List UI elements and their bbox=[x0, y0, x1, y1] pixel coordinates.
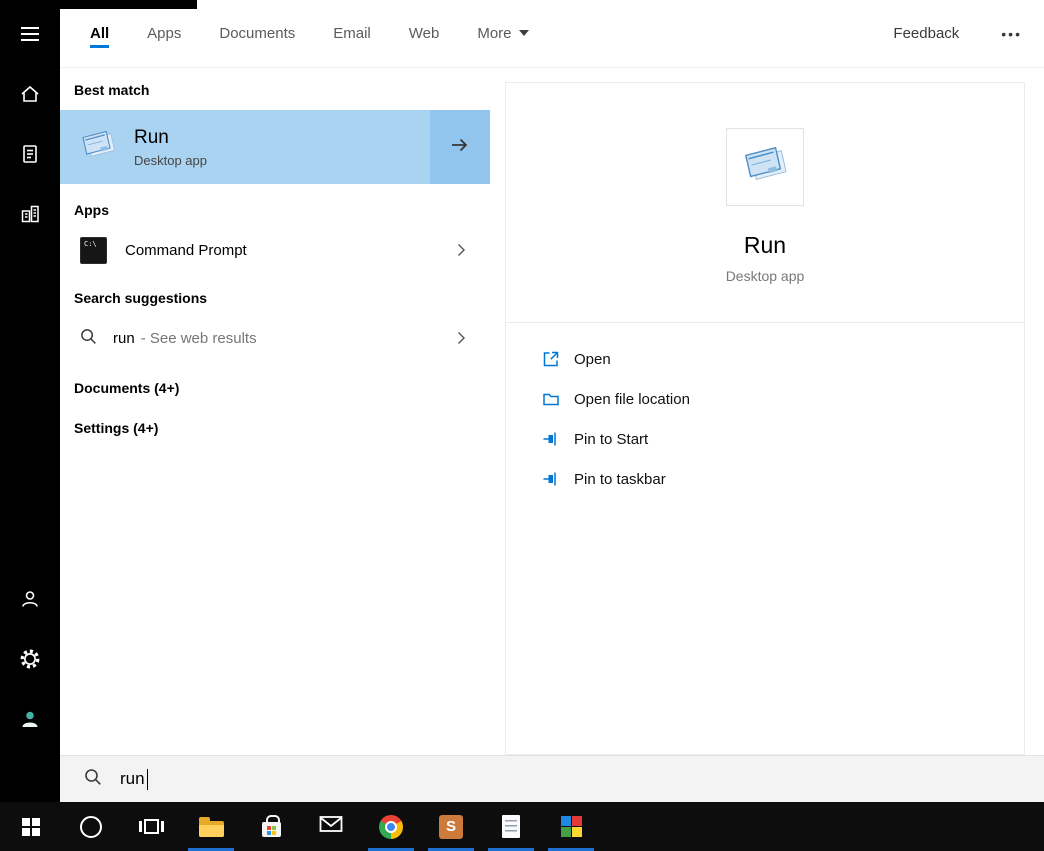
task-view-button[interactable] bbox=[121, 802, 181, 851]
taskbar-sublime-text[interactable]: S bbox=[421, 802, 481, 851]
file-explorer-icon bbox=[198, 816, 224, 837]
overflow-menu-button[interactable]: ••• bbox=[1001, 26, 1022, 42]
search-sidebar bbox=[0, 0, 60, 802]
taskbar-colorful-app[interactable] bbox=[541, 802, 601, 851]
search-icon bbox=[80, 328, 97, 349]
sublime-text-icon: S bbox=[439, 814, 463, 839]
cortana-icon bbox=[80, 815, 102, 838]
preview-actions: Open Open file location Pin to Start Pin… bbox=[506, 323, 1024, 499]
action-open[interactable]: Open bbox=[542, 339, 1024, 379]
notebook-button[interactable] bbox=[0, 126, 60, 186]
action-label: Open file location bbox=[574, 390, 690, 408]
tab-documents[interactable]: Documents bbox=[219, 20, 295, 48]
account-avatar-icon bbox=[19, 708, 41, 735]
sidebar-top-group bbox=[0, 66, 60, 246]
chevron-right-icon[interactable] bbox=[457, 331, 466, 345]
best-match-subtitle: Desktop app bbox=[134, 152, 207, 168]
action-pin-to-start[interactable]: Pin to Start bbox=[542, 419, 1024, 459]
taskbar-store[interactable] bbox=[241, 802, 301, 851]
taskbar-notepad[interactable] bbox=[481, 802, 541, 851]
best-match-main[interactable]: Run Desktop app bbox=[60, 110, 430, 184]
search-window: All Apps Documents Email Web More Feedba… bbox=[60, 0, 1044, 802]
store-icon bbox=[261, 815, 281, 837]
command-prompt-icon: C:\ bbox=[80, 236, 107, 264]
preview-title: Run bbox=[743, 232, 787, 258]
search-input[interactable]: run bbox=[60, 755, 1044, 802]
search-suggestion-run[interactable]: run - See web results bbox=[60, 316, 490, 360]
settings-button[interactable] bbox=[0, 631, 60, 691]
mail-icon bbox=[319, 815, 343, 838]
hamburger-icon bbox=[21, 27, 39, 41]
preview-panel: Run Desktop app Open Open file location … bbox=[505, 82, 1025, 755]
start-search-screen: All Apps Documents Email Web More Feedba… bbox=[0, 0, 1044, 851]
menu-button[interactable] bbox=[0, 10, 60, 58]
action-pin-to-taskbar[interactable]: Pin to taskbar bbox=[542, 459, 1024, 499]
taskbar-file-explorer[interactable] bbox=[181, 802, 241, 851]
preview-icon-frame bbox=[726, 128, 804, 206]
text-caret bbox=[146, 768, 148, 790]
folder-icon bbox=[542, 390, 560, 408]
tab-all[interactable]: All bbox=[90, 20, 110, 48]
group-settings[interactable]: Settings (4+) bbox=[60, 408, 490, 448]
sidebar-bottom-group bbox=[0, 571, 60, 751]
search-query-text: run bbox=[120, 769, 145, 788]
action-label: Open bbox=[574, 350, 611, 368]
account-button[interactable] bbox=[0, 691, 60, 751]
notebook-icon bbox=[19, 143, 41, 170]
start-button[interactable] bbox=[1, 802, 61, 851]
run-app-icon bbox=[80, 127, 116, 168]
gear-icon bbox=[19, 648, 41, 675]
cortana-button[interactable] bbox=[61, 802, 121, 851]
group-documents[interactable]: Documents (4+) bbox=[60, 368, 490, 408]
best-match-result-run[interactable]: Run Desktop app bbox=[60, 110, 490, 184]
taskbar-mail[interactable] bbox=[301, 802, 361, 851]
task-view-icon bbox=[138, 819, 164, 834]
feedback-link[interactable]: Feedback bbox=[893, 25, 959, 42]
best-match-header: Best match bbox=[74, 82, 150, 98]
expand-result-button[interactable] bbox=[430, 110, 490, 184]
buildings-icon bbox=[19, 203, 41, 230]
notepad-icon bbox=[502, 815, 520, 838]
chevron-right-icon[interactable] bbox=[457, 243, 466, 257]
apps-section-header: Apps bbox=[74, 202, 109, 218]
best-match-text: Run Desktop app bbox=[134, 127, 207, 168]
results-panel: Best match Run Desktop app Apps C:\ Comm… bbox=[60, 68, 490, 448]
best-match-title: Run bbox=[134, 126, 169, 148]
pin-icon bbox=[542, 430, 560, 448]
organization-button[interactable] bbox=[0, 186, 60, 246]
action-label: Pin to Start bbox=[574, 430, 649, 448]
chrome-icon bbox=[379, 814, 403, 839]
search-icon bbox=[84, 768, 102, 791]
tab-apps[interactable]: Apps bbox=[147, 20, 181, 48]
suggestions-section-header: Search suggestions bbox=[74, 290, 208, 306]
dropdown-arrow-icon bbox=[518, 30, 529, 36]
action-label: Pin to taskbar bbox=[574, 470, 666, 488]
home-button[interactable] bbox=[0, 66, 60, 126]
suggestion-hint: - See web results bbox=[140, 329, 257, 347]
run-app-icon-large bbox=[742, 142, 788, 193]
pin-icon bbox=[542, 470, 560, 488]
search-filter-tabs: All Apps Documents Email Web More Feedba… bbox=[60, 0, 1044, 68]
open-icon bbox=[542, 350, 560, 368]
colorful-app-icon bbox=[560, 816, 582, 837]
action-open-file-location[interactable]: Open file location bbox=[542, 379, 1024, 419]
right-arrow-icon bbox=[450, 136, 470, 159]
suggestion-query: run bbox=[113, 329, 135, 347]
windows-logo-icon bbox=[22, 817, 40, 836]
user-icon bbox=[19, 588, 41, 615]
result-command-prompt[interactable]: C:\ Command Prompt bbox=[60, 228, 490, 272]
tab-more-label: More bbox=[477, 24, 512, 42]
result-label: Command Prompt bbox=[125, 241, 247, 259]
tab-email[interactable]: Email bbox=[333, 20, 371, 48]
taskbar-chrome[interactable] bbox=[361, 802, 421, 851]
desktop-edge bbox=[60, 0, 197, 9]
tab-more[interactable]: More bbox=[477, 20, 529, 48]
user-button[interactable] bbox=[0, 571, 60, 631]
home-icon bbox=[19, 83, 41, 110]
taskbar: S bbox=[0, 802, 1044, 851]
preview-subtitle: Desktop app bbox=[725, 268, 805, 284]
tab-web[interactable]: Web bbox=[409, 20, 440, 48]
